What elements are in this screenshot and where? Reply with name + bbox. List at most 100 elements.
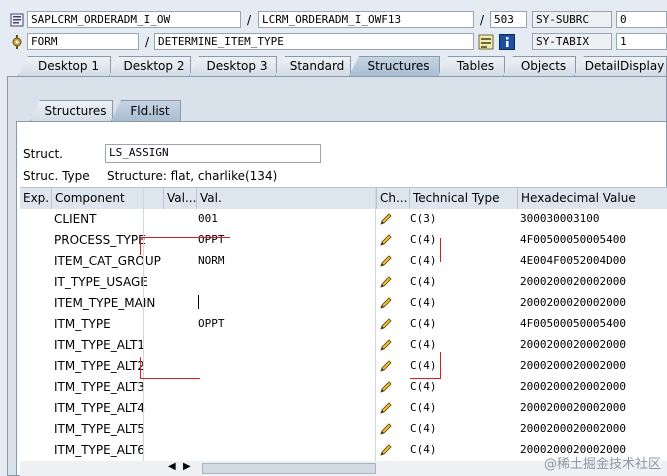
col-header-val[interactable]: Val. [196,188,376,209]
tab-detail-display[interactable]: DetailDisplay [574,56,667,76]
table-header: Exp. Component Val... Val. Ch... Technic… [20,187,667,210]
cell-component: ITM_TYPE_ALT1 [54,338,145,352]
tab-desktop-2[interactable]: Desktop 2 [109,56,191,76]
annotation-line [440,238,441,262]
cell-value[interactable] [198,293,368,314]
subtab-field-list[interactable]: Fld.list [111,100,181,121]
cell-value[interactable] [198,356,368,377]
pencil-icon[interactable] [379,233,393,247]
column-divider [375,187,376,462]
table-display-icon[interactable] [478,34,494,50]
pencil-icon[interactable] [379,317,393,331]
separator: / [480,13,485,27]
table-row[interactable]: ITEM_CAT_GROUP NORM C(4) 4E004F0052004D00 [20,251,667,272]
struct-name-input[interactable]: LS_ASSIGN [105,144,321,163]
cell-technical-type: C(4) [410,275,437,288]
struct-label: Struct. [23,147,63,161]
cell-value[interactable]: NORM [198,251,368,272]
cell-value[interactable] [198,272,368,293]
cell-hex-value: 300030003100 [520,212,600,225]
scroll-right-icon[interactable]: ▶ [183,461,191,472]
info-icon[interactable] [499,34,515,50]
cell-component: IT_TYPE_USAGE [54,275,148,289]
event-name-field[interactable]: DETERMINE_ITEM_TYPE [154,33,474,50]
col-header-technical-type[interactable]: Technical Type [409,188,517,209]
pencil-icon[interactable] [379,401,393,415]
pencil-icon[interactable] [379,212,393,226]
tab-standard[interactable]: Standard [275,56,351,76]
table-row[interactable]: ITM_TYPE_ALT3 C(4) 2000200020002000 [20,377,667,398]
sysvar-name-subrc[interactable]: SY-SUBRC [532,11,612,28]
separator: / [247,13,252,27]
cell-value[interactable]: OPPT [198,314,368,335]
event-type-field[interactable]: FORM [27,33,139,50]
scroll-left-icon[interactable]: ◀ [168,461,176,472]
cell-value[interactable] [198,440,368,461]
cell-value[interactable] [198,335,368,356]
text-cursor [198,295,199,309]
table-row[interactable]: IT_TYPE_USAGE C(4) 2000200020002000 [20,272,667,293]
annotation-line [140,237,230,238]
pencil-icon[interactable] [379,275,393,289]
cell-hex-value: 2000200020002000 [520,296,626,309]
pencil-icon[interactable] [379,254,393,268]
col-header-change[interactable]: Ch... [376,188,409,209]
annotation-line [140,357,141,378]
cell-technical-type: C(4) [410,338,437,351]
cell-hex-value: 2000200020002000 [520,275,626,288]
cell-technical-type: C(4) [410,443,437,456]
cell-value[interactable] [198,377,368,398]
cell-value[interactable] [198,398,368,419]
cell-component: PROCESS_TYPE [54,233,146,247]
sysvar-name-tabix[interactable]: SY-TABIX [532,33,612,50]
pencil-icon[interactable] [379,338,393,352]
cell-value[interactable]: OPPT [198,230,368,251]
tab-objects[interactable]: Objects [503,56,576,76]
line-number-field[interactable]: 503 [490,11,527,28]
cell-component: ITM_TYPE_ALT5 [54,422,145,436]
cell-technical-type: C(4) [410,317,437,330]
program-name-field[interactable]: SAPLCRM_ORDERADM_I_OW [27,11,241,28]
gear-icon [12,35,22,49]
cell-technical-type: C(4) [410,422,437,435]
table-row[interactable]: PROCESS_TYPE OPPT C(4) 4F00500050005400 [20,230,667,251]
col-header-hex-value[interactable]: Hexadecimal Value [517,188,667,209]
col-header-exp[interactable]: Exp. [20,188,51,209]
sysvar-value-subrc[interactable]: 0 [616,11,667,28]
subtab-structures[interactable]: Structures [30,100,113,121]
sysvar-value-tabix[interactable]: 1 [616,33,667,50]
column-divider [143,187,144,462]
scroll-thumb[interactable] [202,463,376,474]
table-row[interactable]: ITM_TYPE OPPT C(4) 4F00500050005400 [20,314,667,335]
cell-hex-value: 4E004F0052004D00 [520,254,626,267]
pencil-icon[interactable] [379,422,393,436]
header-row-program: SAPLCRM_ORDERADM_I_OW / LCRM_ORDERADM_I_… [0,9,667,31]
tab-desktop-1[interactable]: Desktop 1 [18,56,111,76]
table-row[interactable]: ITM_TYPE_ALT1 C(4) 2000200020002000 [20,335,667,356]
pencil-icon[interactable] [379,380,393,394]
pencil-icon[interactable] [379,359,393,373]
col-header-val-short[interactable]: Val... [163,188,196,209]
table-row[interactable]: ITM_TYPE_ALT4 C(4) 2000200020002000 [20,398,667,419]
pencil-icon[interactable] [379,296,393,310]
pencil-icon[interactable] [379,443,393,457]
cell-technical-type: C(4) [410,296,437,309]
tab-desktop-3[interactable]: Desktop 3 [189,56,277,76]
cell-component: CLIENT [54,212,97,226]
cell-value[interactable] [198,419,368,440]
table-row[interactable]: CLIENT 001 C(3) 300030003100 [20,209,667,230]
tab-tables[interactable]: Tables [438,56,505,76]
table-row[interactable]: ITEM_TYPE_MAIN C(4) 2000200020002000 [20,293,667,314]
annotation-line [440,352,441,378]
cell-component: ITM_TYPE [54,317,111,331]
cell-hex-value: 4F00500050005400 [520,317,626,330]
col-header-component[interactable]: Component [51,188,163,209]
table-row[interactable]: ITM_TYPE_ALT5 C(4) 2000200020002000 [20,419,667,440]
program-icon [10,13,24,27]
struct-type-value: Structure: flat, charlike(134) [107,169,278,183]
tab-structures[interactable]: Structures [349,56,440,76]
cell-value[interactable]: 001 [198,209,368,230]
cell-hex-value: 2000200020002000 [520,359,626,372]
include-name-field[interactable]: LCRM_ORDERADM_I_OWF13 [258,11,474,28]
table-row[interactable]: ITM_TYPE_ALT2 C(4) 2000200020002000 [20,356,667,377]
